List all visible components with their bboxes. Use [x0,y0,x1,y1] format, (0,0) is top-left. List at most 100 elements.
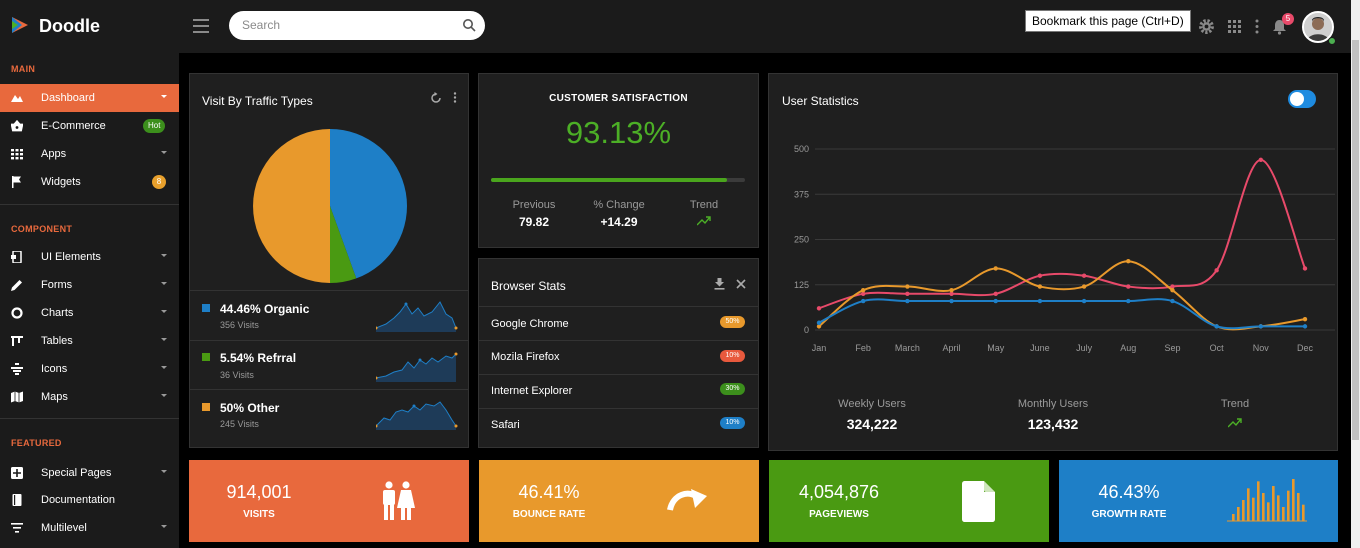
bookmark-tooltip: Bookmark this page (Ctrl+D) [1025,10,1191,32]
tile-label: BOUNCE RATE [512,509,586,520]
sidebar-item-widgets[interactable]: Widgets 8 [0,168,179,196]
gear-icon[interactable] [1198,18,1215,35]
tile-label: GROWTH RATE [1091,509,1167,520]
x-tick-label: Sep [1164,343,1180,353]
data-point [1126,259,1131,264]
hot-badge: Hot [143,119,166,133]
y-tick-label: 375 [794,189,809,199]
search-input[interactable] [240,17,450,33]
browser-name: Mozila Firefox [491,351,560,363]
sidebar-divider [0,418,179,419]
list-icon [11,523,23,533]
browser-name: Google Chrome [491,318,569,330]
trend-up-icon [697,216,711,226]
sidebar-item-charts[interactable]: Charts [0,299,179,327]
growth-bar [1262,493,1265,521]
tile-value: 4,054,876 [798,482,880,502]
organic-swatch [202,304,210,312]
close-icon[interactable] [736,279,746,289]
chevron-down-icon [161,282,167,285]
series-line-2 [818,298,1305,330]
change-label: % Change [593,199,645,211]
icons-icon [11,363,23,375]
data-point [1302,266,1308,271]
search-icon[interactable] [462,18,476,32]
more-vertical-icon[interactable] [453,92,457,103]
sidebar-item-documentation[interactable]: Documentation [0,486,179,514]
previous-label: Previous [512,199,556,211]
apps-grid-icon[interactable] [1228,20,1241,33]
page-scrollbar[interactable] [1351,0,1360,548]
sidebar-item-forms[interactable]: Forms [0,271,179,299]
browser-name: Safari [491,419,520,431]
data-point [949,298,954,304]
widgets-count-badge: 8 [152,175,166,189]
browser-name: Internet Explorer [491,385,573,397]
sidebar: MAIN Dashboard E-Commerce Hot Apps Widge… [0,53,179,548]
more-vertical-icon[interactable] [1255,19,1259,34]
satisfaction-progress-bar [491,178,745,182]
row-divider [479,408,758,409]
scrollbar-thumb[interactable] [1352,40,1359,440]
x-tick-label: June [1030,343,1050,353]
sidebar-item-dashboard[interactable]: Dashboard [0,84,179,112]
sidebar-item-apps[interactable]: Apps [0,140,179,168]
sidebar-item-tables[interactable]: Tables [0,327,179,355]
monthly-users-value: 123,432 [1027,416,1079,432]
sidebar-item-e-commerce[interactable]: E-Commerce Hot [0,112,179,140]
row-divider [190,340,468,341]
x-tick-label: March [895,343,920,353]
y-tick-label: 250 [794,235,809,245]
pencil-icon [11,280,22,291]
brand[interactable]: Doodle [0,0,179,53]
traffic-visits-other: 245 Visits [220,419,259,429]
tile-value: 46.41% [518,482,580,502]
people-icon [383,481,415,520]
refrral-swatch [202,353,210,361]
sidebar-item-maps[interactable]: Maps [0,383,179,411]
x-tick-label: Nov [1253,343,1270,353]
row-divider [479,306,758,307]
sidebar-item-label: Multilevel [41,522,87,534]
card-title: User Statistics [782,94,859,108]
growth-bar [1277,495,1280,521]
refresh-icon[interactable] [430,92,442,104]
browser-percent-badge: 30% [720,383,745,395]
card-title: Visit By Traffic Types [202,94,313,108]
chevron-down-icon [161,470,167,473]
sidebar-item-multilevel[interactable]: Multilevel [0,514,179,542]
file-icon [962,481,995,522]
sidebar-item-special-pages[interactable]: Special Pages [0,459,179,487]
growth-bar [1242,500,1245,521]
download-icon[interactable] [714,278,725,290]
growth-bar [1302,504,1305,521]
growth-bar [1292,479,1295,521]
satisfaction-progress-fill [491,178,728,182]
sidebar-item-ui-elements[interactable]: UI Elements [0,243,179,271]
bars-icon [1227,479,1307,522]
data-point [1170,287,1175,293]
data-point [860,287,866,293]
data-point [1037,284,1043,289]
other-swatch [202,403,210,411]
sidebar-divider [0,204,179,205]
sidebar-item-icons[interactable]: Icons [0,355,179,383]
x-tick-label: Feb [855,343,871,353]
card-title: Browser Stats [491,279,566,293]
change-value: +14.29 [600,215,638,229]
menu-toggle-icon[interactable] [193,19,209,37]
x-tick-label: April [943,343,961,353]
traffic-label-other: 50% Other [220,401,280,415]
stats-toggle[interactable] [1288,90,1316,108]
chevron-down-icon [161,254,167,257]
section-title-featured: FEATURED [11,438,62,448]
other-sparkline [376,401,458,430]
user-statistics-card: User Statistics 0 125 250 375 500 Jan Feb March… [768,73,1338,451]
data-point [993,298,998,304]
growth-rate-tile: 46.43% GROWTH RATE [1059,460,1338,542]
data-point [1258,324,1264,329]
row-divider [479,340,758,341]
growth-bar [1272,486,1275,521]
row-divider [479,374,758,375]
chevron-down-icon [161,366,167,369]
